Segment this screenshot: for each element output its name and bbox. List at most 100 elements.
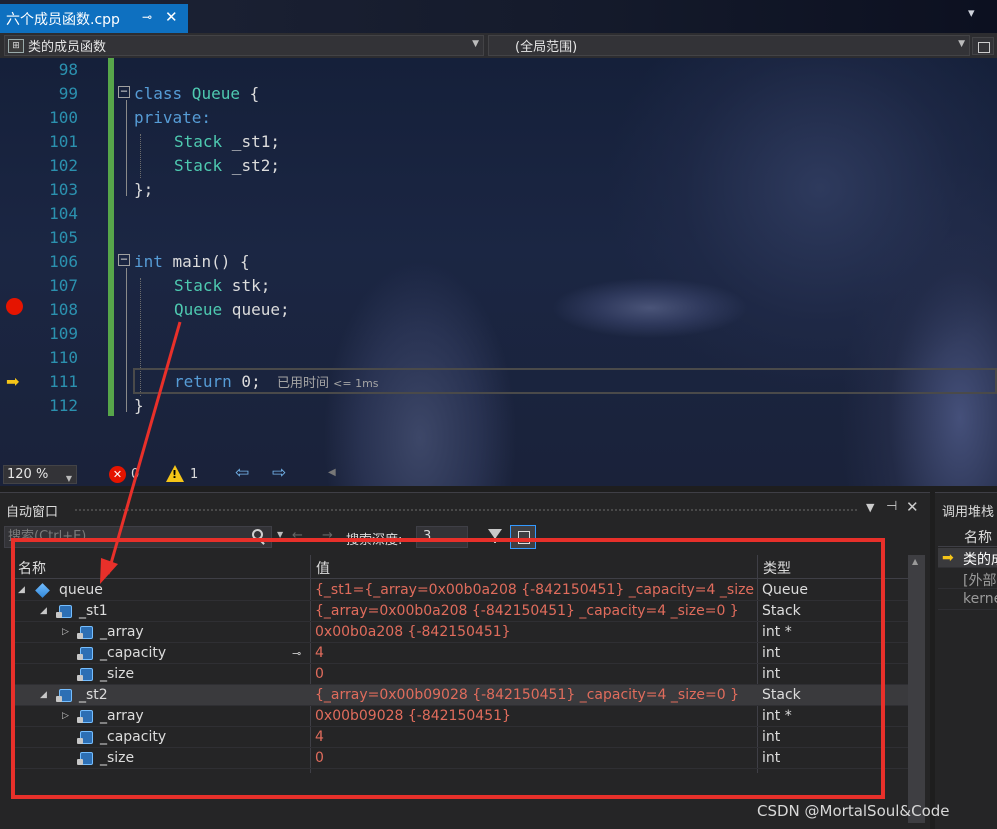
call-stack-window: 调用堆栈 名称 ➡ 类的成员函数 [外部代码] kernel32.dll	[935, 492, 997, 829]
code-editor[interactable]: 98 99 100 101 102 103 104 105 106 107 10…	[0, 58, 997, 486]
search-next-icon[interactable]: →	[322, 528, 333, 543]
code-line-100: private:	[134, 108, 212, 127]
column-header-type[interactable]: 类型	[763, 558, 791, 578]
table-row[interactable]: _capacity 4 int	[12, 727, 908, 748]
variable-type: int	[762, 750, 781, 766]
table-row[interactable]: ◢ _st1 {_array=0x00b0a208 {-842150451} _…	[12, 601, 908, 622]
chevron-down-icon: ▼	[958, 39, 965, 49]
variable-value[interactable]: 0	[315, 748, 755, 769]
chevron-down-icon: ▼	[472, 39, 479, 49]
search-icon[interactable]	[252, 529, 263, 540]
collapse-icon[interactable]: −	[118, 85, 130, 98]
collapse-icon[interactable]: −	[118, 253, 130, 266]
scroll-up-icon[interactable]: ▲	[912, 557, 918, 566]
variable-value[interactable]: {_array=0x00b0a208 {-842150451} _capacit…	[315, 601, 755, 622]
code-line-111: return 0;	[174, 372, 261, 391]
variable-value[interactable]: 0	[315, 664, 755, 685]
filter-icon-stem	[494, 537, 496, 543]
arrow-left-icon[interactable]: ⇦	[235, 463, 249, 483]
line-number: 106	[49, 252, 78, 271]
code-line-106: int main() {	[134, 252, 250, 271]
variable-value[interactable]: {_array=0x00b09028 {-842150451} _capacit…	[315, 685, 755, 706]
vertical-scrollbar[interactable]: ▲	[908, 555, 925, 823]
variable-value[interactable]: 0x00b0a208 {-842150451}	[315, 622, 755, 643]
frame-name: kernel32.dll	[963, 591, 997, 607]
variable-value[interactable]: 4	[315, 727, 755, 748]
outline-guide	[126, 100, 127, 196]
collapsed-icon[interactable]: ▷	[62, 706, 69, 727]
pin-icon[interactable]: ⊸	[292, 643, 301, 664]
zoom-dropdown[interactable]: 120 % ▼	[3, 465, 77, 484]
chevron-down-icon[interactable]: ▼	[866, 501, 874, 514]
table-row[interactable]: ◢ _st2 {_array=0x00b09028 {-842150451} _…	[12, 685, 908, 706]
variable-value[interactable]: 4	[315, 643, 755, 664]
view-toggle-icon[interactable]	[510, 525, 536, 549]
editor-status-strip: 120 % ▼ ✕ 0 ! 1 ⇦ ⇨ ◀	[0, 462, 997, 486]
variable-type: Queue	[762, 582, 808, 598]
project-scope-label: 类的成员函数	[28, 40, 107, 55]
code-line-103: };	[134, 180, 154, 199]
chevron-down-icon[interactable]: ▾	[968, 6, 988, 22]
call-stack-row[interactable]: kernel32.dll	[938, 590, 997, 610]
field-icon	[77, 752, 93, 765]
table-row[interactable]: ◢ queue {_st1={_array=0x00b0a208 {-84215…	[12, 580, 908, 601]
line-number: 108	[49, 300, 78, 319]
variable-name: _size	[100, 666, 135, 682]
field-icon	[77, 731, 93, 744]
error-count[interactable]: 0	[131, 467, 139, 482]
column-header-name[interactable]: 名称	[18, 558, 46, 578]
pin-icon[interactable]: ⊸	[142, 10, 152, 24]
global-scope-label: (全局范围)	[515, 40, 578, 55]
project-scope-dropdown[interactable]: ⊞ 类的成员函数 ▼	[4, 35, 484, 56]
tab-file[interactable]: 六个成员函数.cpp ⊸ ✕	[0, 4, 188, 33]
expanded-icon[interactable]: ◢	[40, 685, 47, 706]
table-row[interactable]: ▷ _array 0x00b09028 {-842150451} int *	[12, 706, 908, 727]
global-scope-dropdown[interactable]: (全局范围) ▼	[488, 35, 970, 56]
current-line-highlight	[133, 368, 997, 394]
field-icon	[77, 710, 93, 723]
expanded-icon[interactable]: ◢	[40, 601, 47, 622]
table-row[interactable]: _size 0 int	[12, 748, 908, 769]
line-number: 104	[49, 204, 78, 223]
error-icon[interactable]: ✕	[109, 466, 126, 483]
close-icon[interactable]: ✕	[906, 498, 919, 516]
line-number: 111	[49, 372, 78, 391]
indent-guide	[140, 134, 141, 178]
variable-type: int *	[762, 624, 792, 640]
call-stack-row[interactable]: ➡ 类的成员函数	[938, 548, 997, 568]
variable-value[interactable]: {_st1={_array=0x00b0a208 {-842150451} _c…	[315, 580, 755, 601]
call-stack-header: 名称	[938, 523, 997, 547]
pin-icon[interactable]: ⊣	[886, 499, 897, 514]
code-line-99: class Queue {	[134, 84, 260, 103]
warning-count[interactable]: 1	[190, 467, 198, 482]
variable-name: _size	[100, 750, 135, 766]
variable-type: Stack	[762, 687, 801, 703]
variable-value[interactable]: 0x00b09028 {-842150451}	[315, 706, 755, 727]
split-view-button[interactable]	[972, 37, 994, 55]
watermark: CSDN @MortalSoul&Code	[757, 802, 950, 820]
search-depth-input[interactable]: 3	[416, 526, 468, 548]
search-depth-label: 搜索深度:	[346, 533, 403, 548]
table-row[interactable]: _capacity ⊸ 4 int	[12, 643, 908, 664]
frame-name: 类的成员函数	[963, 552, 997, 568]
search-input[interactable]: 搜索(Ctrl+E)	[4, 526, 272, 548]
grid-header: 名称 值 类型	[12, 555, 908, 579]
autos-window-title: 自动窗口	[6, 505, 59, 520]
table-row[interactable]: _size 0 int	[12, 664, 908, 685]
scroll-left-icon[interactable]: ◀	[328, 467, 336, 478]
close-icon[interactable]: ✕	[165, 8, 178, 26]
collapsed-icon[interactable]: ▷	[62, 622, 69, 643]
table-row[interactable]: ▷ _array 0x00b0a208 {-842150451} int *	[12, 622, 908, 643]
arrow-right-icon[interactable]: ⇨	[272, 463, 286, 483]
chevron-down-icon[interactable]: ▼	[277, 530, 283, 539]
line-number: 105	[49, 228, 78, 247]
expanded-icon[interactable]: ◢	[18, 580, 25, 601]
field-icon	[56, 605, 72, 618]
breakpoint-icon[interactable]	[6, 298, 23, 315]
column-header-value[interactable]: 值	[316, 558, 330, 578]
variable-name: _array	[100, 624, 144, 640]
panel-grip[interactable]	[74, 508, 859, 512]
search-previous-icon[interactable]: ←	[292, 528, 303, 543]
column-header-name[interactable]: 名称	[964, 527, 992, 547]
call-stack-row[interactable]: [外部代码]	[938, 569, 997, 589]
